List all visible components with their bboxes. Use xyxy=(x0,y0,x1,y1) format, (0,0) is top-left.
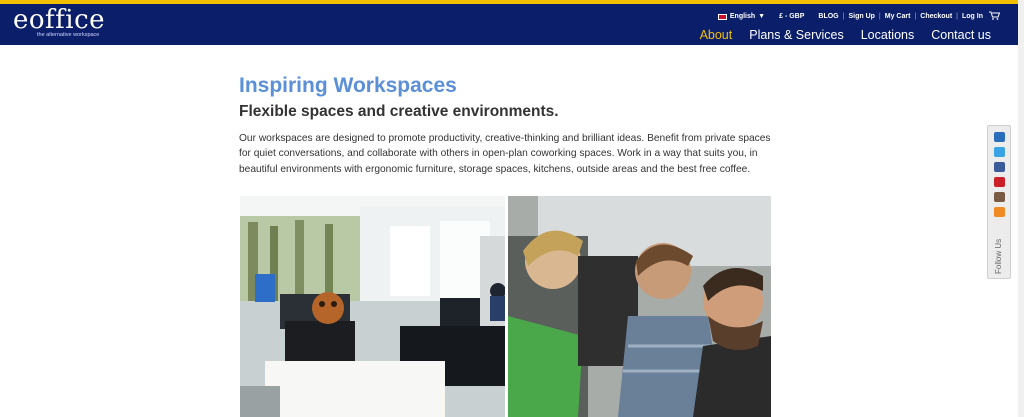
checkout-link[interactable]: Checkout xyxy=(920,13,952,20)
social-follow-bar: Follow Us xyxy=(987,125,1011,279)
language-selector[interactable]: English xyxy=(730,13,755,20)
scrollbar[interactable] xyxy=(1018,0,1024,417)
facebook-icon[interactable] xyxy=(994,162,1005,172)
uk-flag-icon xyxy=(717,13,727,20)
utility-bar: English ▼ £ - GBP BLOG | Sign Up | My Ca… xyxy=(717,11,1001,22)
my-cart-link[interactable]: My Cart xyxy=(885,13,911,20)
nav-locations[interactable]: Locations xyxy=(861,28,915,42)
team-photo xyxy=(508,196,771,417)
intro-paragraph: Our workspaces are designed to promote p… xyxy=(239,133,771,175)
twitter-icon[interactable] xyxy=(994,147,1005,157)
main-content: Inspiring Workspaces Flexible spaces and… xyxy=(239,72,774,177)
photo-gallery xyxy=(240,196,771,417)
site-header: eoffice the alternative workspace Englis… xyxy=(0,4,1018,45)
linkedin-icon[interactable] xyxy=(994,132,1005,142)
office-photo xyxy=(240,196,505,417)
sign-up-link[interactable]: Sign Up xyxy=(848,13,874,20)
currency-selector[interactable]: £ - GBP xyxy=(779,13,804,20)
instagram-icon[interactable] xyxy=(994,192,1005,202)
eoffice-logo[interactable]: eoffice the alternative workspace xyxy=(13,5,106,38)
main-nav: About Plans & Services Locations Contact… xyxy=(700,28,991,42)
cart-icon[interactable] xyxy=(989,11,1001,22)
rss-icon[interactable] xyxy=(994,207,1005,217)
logo-wordmark: eoffice xyxy=(13,5,106,35)
chevron-down-icon[interactable]: ▼ xyxy=(758,13,765,20)
nav-contact-us[interactable]: Contact us xyxy=(931,28,991,42)
nav-plans-services[interactable]: Plans & Services xyxy=(749,28,843,42)
follow-us-label: Follow Us xyxy=(994,238,1003,274)
pinterest-icon[interactable] xyxy=(994,177,1005,187)
page-title: Inspiring Workspaces xyxy=(239,74,457,97)
logo-tagline: the alternative workspace xyxy=(37,32,100,38)
log-in-link[interactable]: Log In xyxy=(962,13,983,20)
page-subtitle: Flexible spaces and creative environment… xyxy=(239,103,559,120)
blog-link[interactable]: BLOG xyxy=(818,13,838,20)
nav-about[interactable]: About xyxy=(700,28,733,42)
